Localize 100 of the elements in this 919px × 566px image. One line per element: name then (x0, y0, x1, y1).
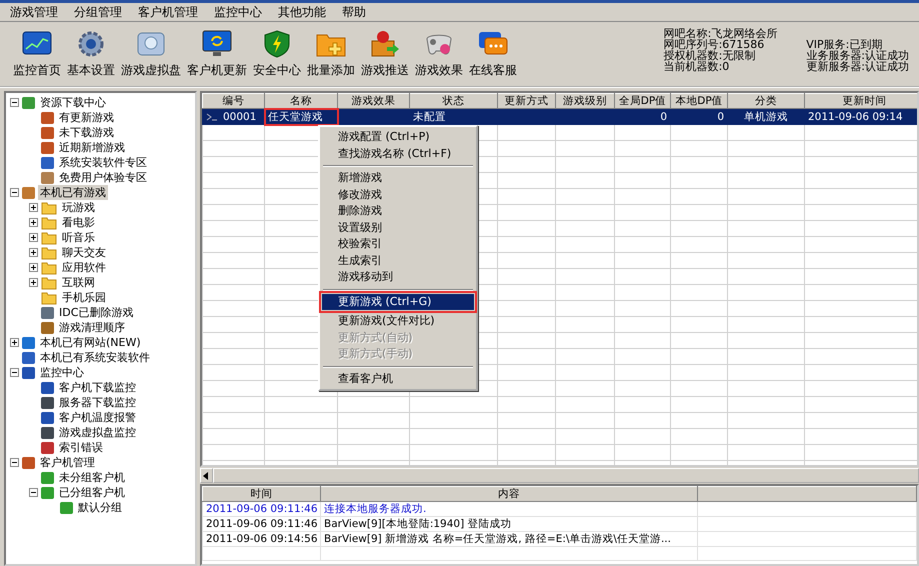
column-header[interactable]: 本地DP值 (670, 94, 728, 108)
table-cell: 2011-09-06 09:14 (808, 110, 903, 122)
context-menu-item[interactable]: 更新游戏(文件对比) (322, 313, 474, 330)
toolbar-button[interactable]: 安全中心 (250, 22, 304, 86)
tree-item[interactable]: 已分组客户机 (57, 485, 127, 500)
tree-item[interactable]: 本机已有系统安装软件 (38, 350, 152, 365)
expand-toggle[interactable] (29, 248, 38, 257)
toolbar-button[interactable]: 游戏虚拟盘 (118, 22, 184, 86)
tree-item[interactable]: 互联网 (60, 275, 97, 290)
tree-item[interactable]: 资源下载中心 (38, 95, 108, 110)
context-menu-item[interactable]: 删除游戏 (322, 203, 474, 220)
expand-toggle[interactable] (10, 338, 19, 347)
table-cell: 任天堂游戏 (268, 110, 323, 122)
context-menu-item[interactable]: 更新游戏 (Ctrl+G) (322, 294, 474, 310)
expand-toggle[interactable] (29, 203, 38, 212)
collapse-toggle[interactable] (10, 98, 19, 107)
table-row[interactable]: 00001 任天堂游戏 未配置 0 0 单机游戏 2011-09-06 09:14 (202, 108, 917, 124)
toolbar-button[interactable]: 批量添加 (304, 22, 358, 86)
tree-item-icon (41, 306, 54, 318)
scroll-left-icon[interactable] (203, 472, 210, 480)
column-header[interactable]: 名称 (264, 94, 338, 108)
context-menu-item[interactable]: 修改游戏 (322, 186, 474, 203)
table-cell: 00001 (223, 110, 256, 122)
expand-toggle[interactable] (29, 278, 38, 287)
context-menu-item[interactable]: 新增游戏 (322, 170, 474, 186)
collapse-toggle[interactable] (10, 368, 19, 377)
game-row-icon (206, 112, 218, 122)
tree-item[interactable]: 免费用户体验专区 (57, 170, 149, 185)
table-cell: 0 (717, 110, 724, 122)
menu-item[interactable]: 分组管理 (72, 4, 124, 20)
menu-item[interactable]: 客户机管理 (136, 4, 200, 20)
context-menu-item[interactable]: 游戏移动到 (322, 269, 474, 286)
context-menu-item[interactable]: 查看客户机 (322, 370, 474, 387)
context-menu-item[interactable]: 设置级别 (322, 220, 474, 236)
horizontal-scrollbar[interactable] (200, 468, 919, 483)
tree-item[interactable]: 应用软件 (60, 260, 108, 275)
context-menu-item[interactable]: 游戏配置 (Ctrl+P) (322, 129, 474, 146)
column-header[interactable]: 分类 (728, 94, 804, 108)
folder-icon (41, 230, 57, 244)
info-text: 网吧名称:飞龙网络会所 (664, 28, 778, 39)
tree-item[interactable]: 听音乐 (60, 230, 97, 245)
tree-item[interactable]: 看电影 (60, 215, 97, 230)
tree-item[interactable]: 默认分组 (76, 500, 124, 515)
tree-item[interactable]: 客户机下载监控 (57, 380, 138, 395)
toolbar-button[interactable]: 监控首页 (10, 22, 64, 86)
tree-item[interactable]: 游戏虚拟盘监控 (57, 425, 138, 440)
expand-toggle[interactable] (29, 218, 38, 227)
column-header[interactable]: 更新时间 (804, 94, 917, 108)
expand-toggle[interactable] (29, 263, 38, 272)
toolbar-button[interactable]: 在线客服 (466, 22, 520, 86)
collapse-toggle[interactable] (29, 488, 38, 497)
expand-toggle[interactable] (29, 233, 38, 242)
column-header[interactable]: 全局DP值 (614, 94, 670, 108)
info-text: 当前机器数:0 (664, 61, 730, 72)
folder-icon (41, 260, 57, 274)
tree-item-icon (41, 486, 54, 498)
tree-item[interactable]: IDC已删除游戏 (57, 305, 136, 320)
toolbar-button[interactable]: 客户机更新 (184, 22, 250, 86)
column-header[interactable]: 状态 (410, 94, 498, 108)
tree-item[interactable]: 游戏清理顺序 (57, 320, 127, 335)
tree-item[interactable]: 有更新游戏 (57, 110, 116, 125)
context-menu-item[interactable]: 校验索引 (322, 236, 474, 252)
tree-item[interactable]: 系统安装软件专区 (57, 155, 149, 170)
tree-item[interactable]: 玩游戏 (60, 200, 97, 215)
toolbar-button[interactable]: 游戏推送 (358, 22, 412, 86)
collapse-toggle[interactable] (10, 458, 19, 467)
tree-item[interactable]: 服务器下载监控 (57, 395, 138, 410)
tree-item[interactable]: 客户机温度报警 (57, 410, 138, 425)
tree-item[interactable]: 近期新增游戏 (57, 140, 127, 155)
menu-item[interactable]: 游戏管理 (8, 4, 60, 20)
menu-item[interactable]: 帮助 (340, 4, 368, 20)
menu-item[interactable]: 监控中心 (212, 4, 264, 20)
tree-item[interactable]: 手机乐园 (60, 290, 108, 305)
toolbar-icon (369, 29, 401, 59)
log-message: BarView[9][本地登陆:1940] 登陆成功 (324, 518, 512, 530)
tree-item[interactable]: 本机已有游戏 (38, 185, 108, 200)
tree-item[interactable]: 未分组客户机 (57, 470, 127, 485)
collapse-toggle[interactable] (10, 188, 19, 197)
column-header[interactable]: 时间 (202, 486, 320, 502)
folder-icon (41, 290, 57, 304)
tree-item[interactable]: 客户机管理 (38, 455, 97, 470)
table-cell: 未配置 (413, 110, 446, 122)
column-header[interactable]: 游戏效果 (338, 94, 410, 108)
tree-item[interactable]: 未下载游戏 (57, 125, 116, 140)
tree-item-icon (22, 96, 35, 108)
tree-item[interactable]: 索引错误 (57, 440, 105, 455)
toolbar-button[interactable]: 游戏效果 (412, 22, 466, 86)
context-menu-item[interactable]: 查找游戏名称 (Ctrl+F) (322, 146, 474, 162)
tree-item-icon (60, 502, 73, 514)
toolbar-button[interactable]: 基本设置 (64, 22, 118, 86)
context-menu-item[interactable]: 生成索引 (322, 252, 474, 269)
column-header[interactable]: 游戏级别 (556, 94, 614, 108)
info-text: 网吧序列号:671586 (664, 39, 764, 50)
menu-item[interactable]: 其他功能 (276, 4, 328, 20)
tree-item[interactable]: 本机已有网站(NEW) (38, 335, 143, 350)
tree-item[interactable]: 聊天交友 (60, 245, 108, 260)
tree-item[interactable]: 监控中心 (38, 365, 86, 380)
column-header[interactable]: 内容 (320, 486, 698, 502)
column-header[interactable]: 更新方式 (498, 94, 556, 108)
column-header[interactable]: 编号 (202, 94, 264, 108)
